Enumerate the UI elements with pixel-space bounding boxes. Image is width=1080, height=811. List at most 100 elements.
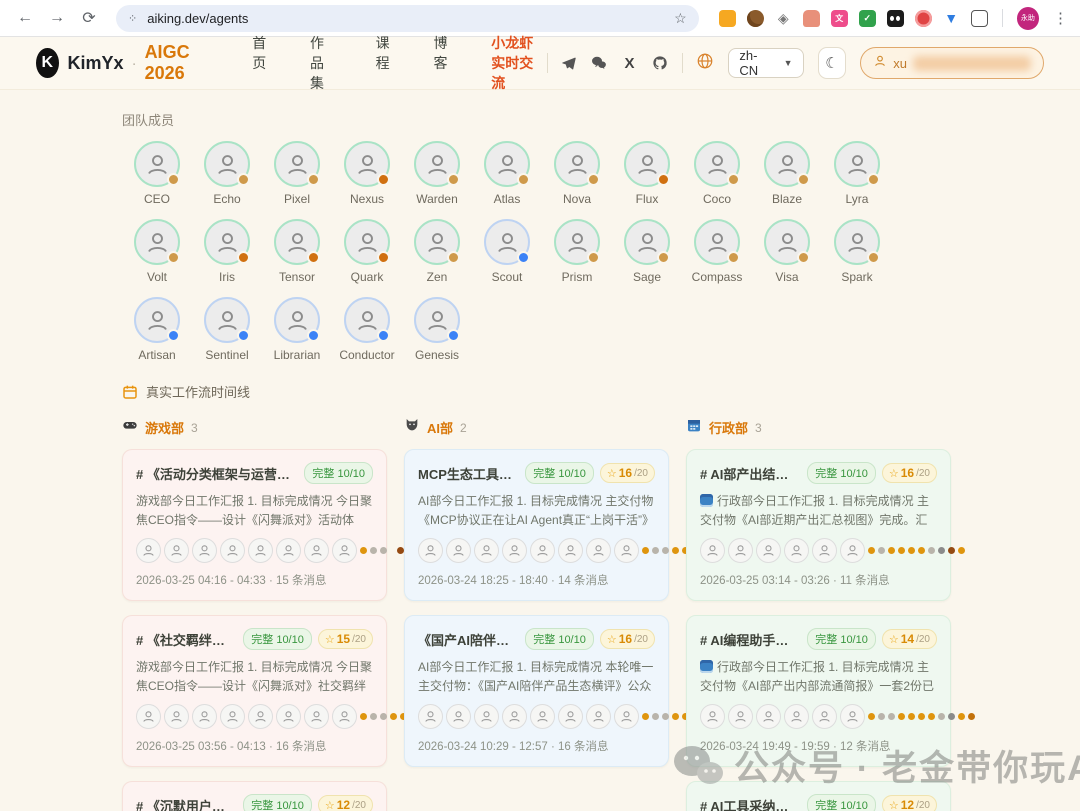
team-member[interactable]: Sage [612,219,682,284]
message-dot [928,713,935,720]
report-card[interactable]: MCP生态工具图谱完整 10/10☆16/20AI部今日工作汇报 1. 目标完成… [404,449,669,601]
complete-badge: 完整 10/10 [807,462,876,484]
message-dot [642,547,649,554]
team-member[interactable]: Nova [542,141,612,206]
puzzle-extension-icon[interactable] [971,10,988,27]
member-name: Genesis [415,348,459,362]
member-name: Nova [563,192,591,206]
reload-icon[interactable]: ⟳ [76,5,102,31]
status-dot [517,173,530,186]
report-card[interactable]: # 《沉默用户分层与触…完整 10/10☆12/20游戏部今日工作汇报 1. 目… [122,781,387,811]
github-icon[interactable] [652,54,668,72]
team-member[interactable]: Volt [122,219,192,284]
message-dot [898,547,905,554]
team-member[interactable]: Echo [192,141,262,206]
cookie-extension-icon[interactable] [747,10,764,27]
notebook-extension-icon[interactable] [719,10,736,27]
nav-item-课程[interactable]: 课程 [376,33,392,93]
department-name[interactable]: 行政部 [709,418,748,437]
team-member[interactable]: Conductor [332,297,402,362]
user-icon [873,54,887,73]
status-dot [517,251,530,264]
team-member[interactable]: Pixel [262,141,332,206]
browser-profile-avatar[interactable]: 永助 [1017,7,1039,30]
star-score: 12 [901,798,914,811]
member-avatar [764,141,810,187]
team-member[interactable]: Blaze [752,141,822,206]
team-member[interactable]: Lyra [822,141,892,206]
check-extension-icon[interactable]: ✓ [859,10,876,27]
panda-extension-icon[interactable] [887,10,904,27]
site-info-icon[interactable]: ⁘ [128,12,138,25]
participant-avatar [812,704,837,729]
report-card[interactable]: 《国产AI陪伴产品竞品…完整 10/10☆16/20AI部今日工作汇报 1. 目… [404,615,669,767]
team-member[interactable]: Artisan [122,297,192,362]
report-card[interactable]: # AI工具采纳率基线与…完整 10/10☆12/20行政部今日工作汇报 1. … [686,781,951,811]
card-participants [700,538,937,563]
team-member[interactable]: Zen [402,219,472,284]
team-member[interactable]: Iris [192,219,262,284]
participant-avatar [248,538,273,563]
browser-menu-icon[interactable]: ⋮ [1053,9,1068,27]
wechat-icon[interactable] [591,54,607,72]
team-member[interactable]: Prism [542,219,612,284]
main-content: 团队成员 CEOEchoPixelNexusWardenAtlasNovaFlu… [0,90,958,811]
team-member[interactable]: Sentinel [192,297,262,362]
lips-extension-icon[interactable] [915,10,932,27]
bookmark-star-icon[interactable]: ☆ [674,10,687,27]
team-member[interactable]: Flux [612,141,682,206]
tag-extension-icon[interactable]: ◈ [775,10,792,27]
status-dot [307,173,320,186]
telegram-icon[interactable] [561,54,577,72]
x-icon[interactable]: X [621,54,637,72]
member-name: Quark [351,270,384,284]
url-text[interactable]: aiking.dev/agents [147,11,665,26]
language-select[interactable]: zh-CN ▼ [728,48,803,78]
user-button[interactable]: xu [860,47,1044,79]
ghost-extension-icon[interactable] [803,10,820,27]
team-member[interactable]: Atlas [472,141,542,206]
site-logo[interactable]: K [36,48,59,78]
team-member[interactable]: Genesis [402,297,472,362]
member-name: Librarian [274,348,321,362]
back-icon[interactable]: ← [12,5,38,31]
forward-icon[interactable]: → [44,5,70,31]
report-card[interactable]: # AI编程助手内部简报…完整 10/10☆14/20行政部今日工作汇报 1. … [686,615,951,767]
message-dot [898,713,905,720]
team-member[interactable]: Librarian [262,297,332,362]
nav-item-博客[interactable]: 博客 [433,33,449,93]
team-member[interactable]: Coco [682,141,752,206]
team-member[interactable]: CEO [122,141,192,206]
member-avatar [414,219,460,265]
address-bar[interactable]: ⁘ aiking.dev/agents ☆ [116,5,699,32]
report-card[interactable]: # AI部产出结论验证表完整 10/10☆16/20行政部今日工作汇报 1. 目… [686,449,951,601]
nav-item-首页[interactable]: 首页 [252,33,268,93]
team-member[interactable]: Spark [822,219,892,284]
participant-avatar [304,538,329,563]
team-member[interactable]: Compass [682,219,752,284]
team-member[interactable]: Scout [472,219,542,284]
message-dot [380,547,387,554]
translate-extension-icon[interactable]: 文 [831,10,848,27]
nav-item-小龙虾实时交流[interactable]: 小龙虾实时交流 [491,33,546,93]
team-member[interactable]: Visa [752,219,822,284]
team-member[interactable]: Nexus [332,141,402,206]
department-name[interactable]: 游戏部 [145,418,184,437]
vpn-extension-icon[interactable]: ▼ [943,10,960,27]
status-dot [447,173,460,186]
dark-mode-toggle[interactable]: ☾ [818,47,847,79]
report-card[interactable]: # 《社交羁绊类型与互…完整 10/10☆15/20游戏部今日工作汇报 1. 目… [122,615,387,767]
team-member[interactable]: Warden [402,141,472,206]
message-dot [868,547,875,554]
nav-item-作品集[interactable]: 作品集 [310,33,334,93]
team-member[interactable]: Tensor [262,219,332,284]
department-name[interactable]: AI部 [427,418,453,437]
team-member[interactable]: Quark [332,219,402,284]
card-title: MCP生态工具图谱 [418,464,519,483]
report-card[interactable]: # 《活动分类框架与运营节奏》完整 10/10游戏部今日工作汇报 1. 目标完成… [122,449,387,601]
member-avatar [204,297,250,343]
message-dot [370,713,377,720]
status-dot [377,173,390,186]
star-score: 16 [619,466,632,480]
member-name: Pixel [284,192,310,206]
